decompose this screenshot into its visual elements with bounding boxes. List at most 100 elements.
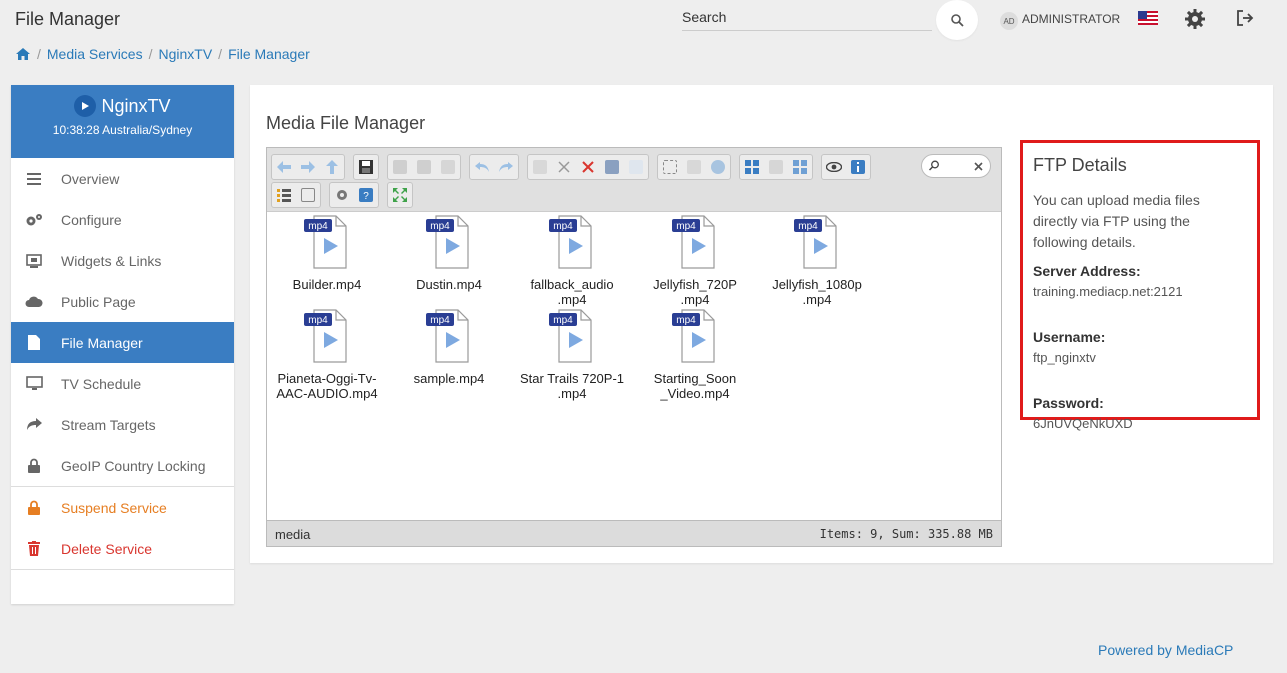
file-item[interactable]: mp4 fallback_audio .mp4 bbox=[512, 214, 632, 307]
select-icon[interactable] bbox=[436, 155, 460, 179]
tile-view-icon[interactable] bbox=[788, 155, 812, 179]
settings-icon[interactable] bbox=[330, 183, 354, 207]
sidebar-item-public-page[interactable]: Public Page bbox=[11, 281, 234, 322]
sidebar-item-file-manager[interactable]: File Manager bbox=[11, 322, 234, 363]
navigation-group bbox=[271, 154, 345, 180]
video-file-icon: mp4 bbox=[426, 215, 469, 269]
lock-icon bbox=[25, 457, 43, 475]
clear-icon[interactable] bbox=[974, 162, 983, 171]
file-ops-group bbox=[387, 154, 461, 180]
file-item[interactable]: mp4 Pianeta-Oggi-Tv- AAC-AUDIO.mp4 bbox=[267, 308, 387, 401]
file-name-line: sample.mp4 bbox=[413, 371, 485, 386]
powered-by-link[interactable]: Powered by MediaCP bbox=[1098, 642, 1233, 658]
file-item[interactable]: mp4 Star Trails 720P-1 .mp4 bbox=[512, 308, 632, 401]
bars-icon bbox=[25, 170, 43, 188]
back-icon[interactable] bbox=[272, 155, 296, 179]
sort-icon[interactable] bbox=[296, 183, 320, 207]
file-name-line: fallback_audio bbox=[530, 277, 614, 292]
us-flag-icon[interactable] bbox=[1138, 11, 1158, 25]
file-item[interactable]: mp4 sample.mp4 bbox=[389, 308, 509, 386]
svg-text:?: ? bbox=[363, 191, 369, 202]
video-file-icon: mp4 bbox=[672, 215, 715, 269]
sidebar-item-label: Public Page bbox=[61, 293, 136, 310]
file-type-badge: mp4 bbox=[430, 221, 450, 232]
file-type-badge: mp4 bbox=[798, 221, 818, 232]
info-icon[interactable] bbox=[846, 155, 870, 179]
sidebar-item-delete-service[interactable]: Delete Service bbox=[11, 528, 234, 569]
delete-icon[interactable] bbox=[576, 155, 600, 179]
avatar[interactable]: AD bbox=[1000, 12, 1018, 30]
create-group bbox=[657, 154, 731, 180]
search-field[interactable] bbox=[682, 9, 932, 31]
gear-icon[interactable] bbox=[1184, 8, 1206, 30]
file-name: Jellyfish_1080p .mp4 bbox=[757, 277, 877, 307]
file-name: Jellyfish_720P .mp4 bbox=[635, 277, 755, 307]
cut-icon[interactable] bbox=[552, 155, 576, 179]
breadcrumb-media-services[interactable]: Media Services bbox=[47, 46, 143, 62]
sidebar-item-configure[interactable]: Configure bbox=[11, 199, 234, 240]
sidebar-item-tv-schedule[interactable]: TV Schedule bbox=[11, 363, 234, 404]
empty-icon[interactable] bbox=[624, 155, 648, 179]
file-item[interactable]: mp4 Jellyfish_1080p .mp4 bbox=[757, 214, 877, 307]
file-type-badge: mp4 bbox=[553, 315, 573, 326]
download-icon[interactable] bbox=[412, 155, 436, 179]
history-group bbox=[469, 154, 519, 180]
service-header: NginxTV 10:38:28 Australia/Sydney bbox=[11, 85, 234, 158]
grid-view-icon[interactable] bbox=[740, 155, 764, 179]
eye-icon[interactable] bbox=[822, 155, 846, 179]
select-all-icon[interactable] bbox=[658, 155, 682, 179]
user-name[interactable]: ADMINISTRATOR bbox=[1022, 12, 1120, 26]
file-name-line: Builder.mp4 bbox=[292, 277, 362, 292]
small-grid-icon[interactable] bbox=[764, 155, 788, 179]
sidebar-item-stream-targets[interactable]: Stream Targets bbox=[11, 404, 234, 445]
list-view-icon[interactable] bbox=[272, 183, 296, 207]
undo-icon[interactable] bbox=[470, 155, 494, 179]
file-name: Builder.mp4 bbox=[267, 277, 387, 292]
search-button[interactable] bbox=[936, 0, 978, 40]
edit-group bbox=[527, 154, 649, 180]
save-icon[interactable] bbox=[354, 155, 378, 179]
open-icon[interactable] bbox=[388, 155, 412, 179]
file-name-line: .mp4 bbox=[557, 386, 587, 401]
breadcrumb-separator: / bbox=[218, 46, 223, 62]
trash-icon[interactable] bbox=[600, 155, 624, 179]
breadcrumb-file-manager[interactable]: File Manager bbox=[228, 46, 310, 62]
help-icon[interactable]: ? bbox=[354, 183, 378, 207]
copy-icon[interactable] bbox=[528, 155, 552, 179]
forward-icon[interactable] bbox=[296, 155, 320, 179]
file-item[interactable]: mp4 Dustin.mp4 bbox=[389, 214, 509, 292]
video-file-icon: mp4 bbox=[304, 215, 347, 269]
file-item[interactable]: mp4 Starting_Soon _Video.mp4 bbox=[635, 308, 755, 401]
page-title: File Manager bbox=[15, 9, 121, 29]
ftp-details-box: FTP Details You can upload media files d… bbox=[1020, 140, 1260, 431]
file-item[interactable]: mp4 Builder.mp4 bbox=[267, 214, 387, 292]
file-name: fallback_audio .mp4 bbox=[512, 277, 632, 307]
sidebar-item-overview[interactable]: Overview bbox=[11, 158, 234, 199]
server-address-label: Server Address: bbox=[1033, 263, 1141, 279]
ftp-title: FTP Details bbox=[1033, 155, 1127, 175]
upload-icon[interactable] bbox=[706, 155, 730, 179]
search-icon bbox=[950, 13, 964, 27]
sidebar-item-suspend-service[interactable]: Suspend Service bbox=[11, 487, 234, 528]
file-name-line: Starting_Soon bbox=[653, 371, 737, 386]
up-icon[interactable] bbox=[320, 155, 344, 179]
sidebar-item-geoip-locking[interactable]: GeoIP Country Locking bbox=[11, 445, 234, 486]
breadcrumb: / Media Services / NginxTV / File Manage… bbox=[15, 46, 310, 62]
file-manager: ? mp4 Builder.mp4 mp4 Dustin.mp4 mp4 fallback… bbox=[266, 147, 1002, 547]
redo-icon[interactable] bbox=[494, 155, 518, 179]
monitor-icon bbox=[25, 375, 43, 393]
breadcrumb-nginxtv[interactable]: NginxTV bbox=[158, 46, 212, 62]
file-item[interactable]: mp4 Jellyfish_720P .mp4 bbox=[635, 214, 755, 307]
search-input[interactable] bbox=[682, 9, 932, 25]
sidebar-item-label: Widgets & Links bbox=[61, 252, 162, 269]
fullscreen-icon[interactable] bbox=[388, 183, 412, 207]
home-icon[interactable] bbox=[15, 47, 31, 61]
sidebar-item-widgets-links[interactable]: Widgets & Links bbox=[11, 240, 234, 281]
ftp-description: You can upload media files directly via … bbox=[1033, 192, 1200, 250]
breadcrumb-separator: / bbox=[37, 46, 41, 62]
file-name: Dustin.mp4 bbox=[389, 277, 509, 292]
rename-icon[interactable] bbox=[682, 155, 706, 179]
logout-icon[interactable] bbox=[1235, 8, 1255, 28]
file-name-line: Jellyfish_720P bbox=[653, 277, 737, 292]
file-search-input[interactable] bbox=[921, 154, 991, 178]
